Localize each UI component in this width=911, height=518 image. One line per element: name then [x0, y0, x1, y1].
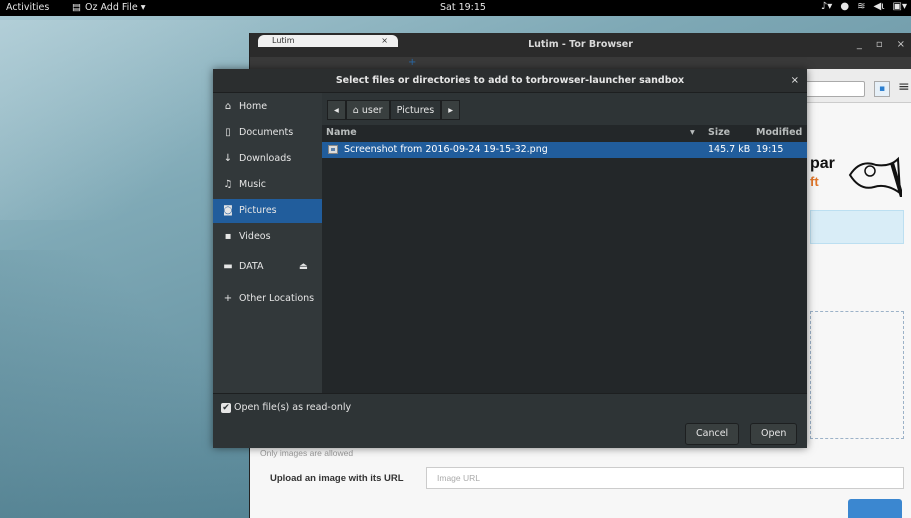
drop-zone[interactable] — [810, 311, 904, 439]
places-sidebar: ⌂ Home ▯ Documents ↓ Downloads ♫ Music ◙… — [213, 93, 322, 393]
path-forward-button[interactable]: ▸ — [441, 100, 460, 120]
tab-label: Lutim — [272, 36, 295, 45]
sidebar-item-label: Other Locations — [239, 293, 315, 304]
file-list: Name ▾ Size Modified Screenshot from 201… — [322, 125, 807, 393]
info-band — [810, 210, 904, 244]
sidebar-item-label: Videos — [239, 231, 271, 242]
app-menu-label: Oz Add File ▾ — [84, 2, 146, 13]
close-icon[interactable]: × — [897, 33, 905, 57]
image-url-input[interactable] — [426, 467, 904, 489]
sidebar-item-label: DATA — [239, 261, 264, 272]
sidebar-item-videos[interactable]: ▪ Videos — [213, 225, 322, 249]
home-icon: ⌂ — [224, 101, 232, 112]
sidebar-item-documents[interactable]: ▯ Documents — [213, 121, 322, 145]
browser-title: Lutim - Tor Browser — [528, 39, 633, 50]
app-menu[interactable]: ▤ Oz Add File ▾ — [72, 2, 146, 13]
brand-text-accent: ft — [810, 174, 819, 189]
sidebar-item-data[interactable]: ▬ DATA ⏏ — [213, 255, 322, 279]
sidebar-item-other-locations[interactable]: + Other Locations — [213, 287, 322, 311]
music-icon: ♫ — [223, 179, 233, 190]
home-icon: ⌂ — [352, 105, 359, 116]
window-controls: _ ▫ × — [857, 33, 905, 57]
document-icon: ▯ — [225, 127, 231, 138]
new-tab-icon[interactable]: + — [408, 57, 416, 68]
sort-chevron-icon: ▾ — [690, 127, 695, 138]
video-icon: ▪ — [224, 231, 232, 242]
wifi-icon: ≋ — [857, 1, 866, 12]
checkmark-icon[interactable]: ✔ — [221, 402, 231, 413]
file-modified: 19:15 — [756, 144, 784, 155]
path-user-label: user — [361, 105, 383, 116]
extension-icon[interactable]: ▪ — [874, 81, 890, 97]
file-size: 145.7 kB — [708, 144, 751, 155]
only-images-note: Only images are allowed — [260, 448, 354, 458]
system-tray[interactable]: ♪▾ ● ≋ ◀ι ▣▾ — [821, 1, 907, 12]
camera-icon: ◙ — [223, 205, 233, 216]
image-file-icon — [328, 145, 338, 154]
minimize-icon[interactable]: _ — [857, 33, 862, 57]
path-user-button[interactable]: ⌂ user — [345, 100, 390, 120]
sidebar-item-home[interactable]: ⌂ Home — [213, 95, 322, 119]
dialog-title: Select files or directories to add to to… — [213, 69, 807, 93]
brand-text: par — [810, 155, 835, 172]
sidebar-item-pictures[interactable]: ◙ Pictures — [213, 199, 322, 223]
readonly-label: Open file(s) as read-only — [234, 402, 352, 413]
lutim-bird-logo — [848, 156, 902, 197]
sidebar-item-label: Music — [239, 179, 267, 190]
column-name[interactable]: Name — [326, 127, 357, 138]
browser-tab[interactable]: Lutim × — [258, 35, 398, 47]
search-box[interactable] — [805, 81, 865, 97]
sidebar-item-label: Pictures — [239, 205, 277, 216]
path-bar: ◂ ⌂ user Pictures ▸ — [327, 100, 460, 122]
file-row[interactable]: Screenshot from 2016-09-24 19-15-32.png … — [322, 142, 807, 158]
window-icon: ▤ — [72, 2, 81, 13]
eject-icon[interactable]: ⏏ — [299, 255, 308, 279]
drive-icon: ▬ — [223, 261, 233, 272]
sidebar-item-downloads[interactable]: ↓ Downloads — [213, 147, 322, 171]
hamburger-menu-icon[interactable]: ≡ — [898, 79, 910, 95]
accessibility-icon[interactable]: ♪▾ — [821, 1, 832, 12]
maximize-icon[interactable]: ▫ — [876, 33, 883, 57]
sidebar-item-music[interactable]: ♫ Music — [213, 173, 322, 197]
sidebar-item-label: Home — [239, 101, 268, 112]
path-pictures-button[interactable]: Pictures — [389, 100, 442, 120]
path-back-button[interactable]: ◂ — [327, 100, 346, 120]
upload-url-label: Upload an image with its URL — [270, 473, 404, 484]
volume-icon: ◀ι — [873, 1, 885, 12]
open-button[interactable]: Open — [750, 423, 798, 445]
battery-icon: ▣▾ — [892, 1, 907, 12]
file-name: Screenshot from 2016-09-24 19-15-32.png — [344, 144, 548, 155]
activities-button[interactable]: Activities — [6, 2, 49, 13]
sidebar-item-label: Documents — [239, 127, 294, 138]
tor-onion-icon: ● — [840, 1, 850, 12]
clock[interactable]: Sat 19:15 — [440, 2, 486, 13]
file-chooser-dialog: Select files or directories to add to to… — [213, 69, 807, 448]
file-list-header: Name ▾ Size Modified — [322, 125, 807, 141]
top-bar: Activities ▤ Oz Add File ▾ Sat 19:15 ♪▾ … — [0, 0, 911, 16]
tab-strip — [250, 57, 911, 69]
dialog-close-icon[interactable]: × — [791, 69, 799, 93]
column-modified[interactable]: Modified — [756, 127, 802, 138]
tab-close-icon[interactable]: × — [381, 35, 388, 47]
cancel-button[interactable]: Cancel — [685, 423, 740, 445]
download-icon: ↓ — [223, 153, 233, 164]
readonly-checkbox-row[interactable]: ✔ Open file(s) as read-only — [221, 402, 351, 413]
column-size[interactable]: Size — [708, 127, 730, 138]
plus-icon: + — [223, 293, 233, 304]
dialog-footer: ✔ Open file(s) as read-only Cancel Open — [213, 393, 807, 448]
sidebar-item-label: Downloads — [239, 153, 292, 164]
upload-button[interactable] — [848, 499, 902, 518]
